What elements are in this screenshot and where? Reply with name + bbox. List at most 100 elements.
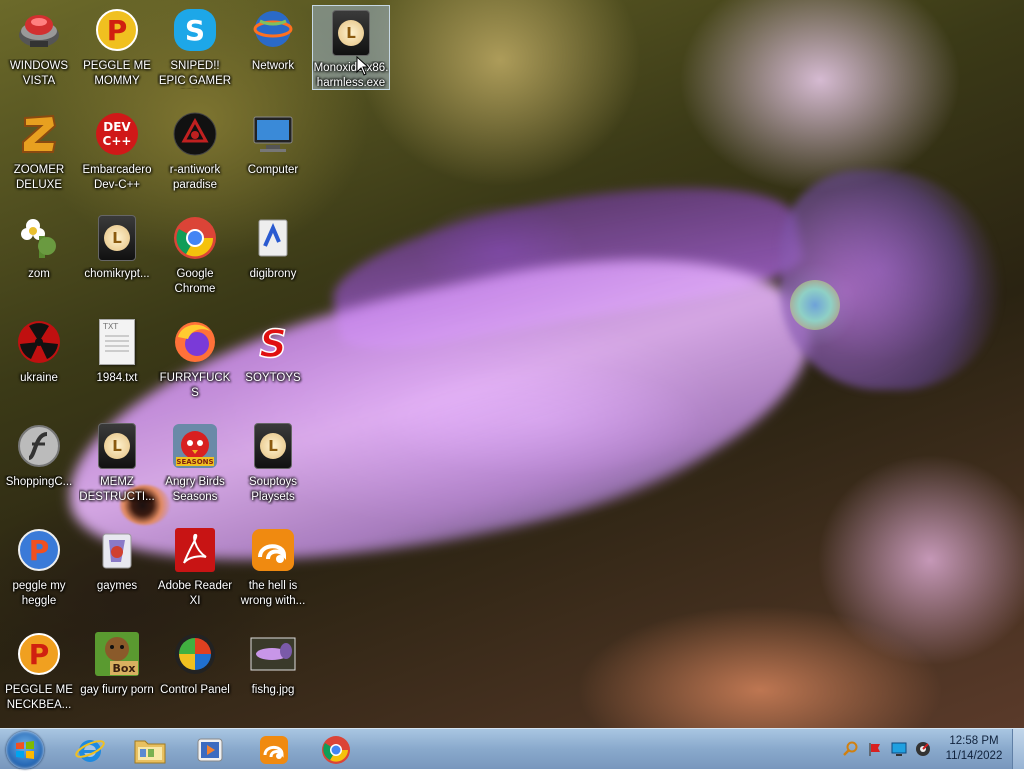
uc-browser-icon xyxy=(260,736,288,764)
desktop-icon-google-chrome[interactable]: Google Chrome xyxy=(157,210,233,310)
desktop-icon-memz-destructive[interactable]: L MEMZ DESTRUCTI... xyxy=(79,418,155,518)
desktop-icon-1984-txt[interactable]: TXT 1984.txt xyxy=(79,314,155,414)
display-icon[interactable] xyxy=(891,741,907,757)
uc-browser-icon xyxy=(249,526,297,574)
icon-label: Google Chrome xyxy=(174,268,216,295)
flash-icon xyxy=(15,422,63,470)
desktop-icon-gay-fiurry-porn[interactable]: Box gay fiurry porn xyxy=(79,626,155,726)
icon-label: ZOOMER DELUXE xyxy=(13,164,65,191)
exe-icon: L xyxy=(249,422,297,470)
svg-text:P: P xyxy=(29,638,50,671)
icon-label: Angry Birds Seasons xyxy=(165,476,225,503)
taskbar-clock[interactable]: 12:58 PM 11/14/2022 xyxy=(934,734,1014,764)
show-desktop-button[interactable] xyxy=(1012,729,1024,769)
desktop-icon-adobe-reader-xi[interactable]: Adobe Reader XI xyxy=(157,522,233,622)
svg-text:S: S xyxy=(185,14,205,47)
desktop-icon-monoxide-exe[interactable]: L Monoxide.x86.harmless.exe xyxy=(312,5,390,90)
peggle-icon: P xyxy=(15,526,63,574)
computer-icon xyxy=(249,110,297,158)
icon-label: PEGGLE ME MOMMY xyxy=(83,60,151,87)
desktop-icon-zom[interactable]: zom xyxy=(1,210,77,310)
desktop-icon-gaymes[interactable]: gaymes xyxy=(79,522,155,622)
desktop-icon-soytoys[interactable]: S SOYTOYS xyxy=(235,314,311,414)
radiation-icon xyxy=(15,318,63,366)
desktop-icon-computer[interactable]: Computer xyxy=(235,106,311,206)
clock-date: 11/14/2022 xyxy=(945,750,1003,762)
icon-label: the hell is wrong with... xyxy=(240,580,306,607)
svg-text:S: S xyxy=(259,322,286,365)
desktop-icon-peggle-me-mommy[interactable]: P PEGGLE ME MOMMY xyxy=(79,2,155,102)
folder-icon xyxy=(134,740,166,764)
icon-label: MEMZ DESTRUCTI... xyxy=(79,476,155,503)
peggle-icon: P xyxy=(15,630,63,678)
desktop-icon-chomikrypt[interactable]: L chomikrypt... xyxy=(79,210,155,310)
desktop-icon-furryfucks[interactable]: FURRYFUCKS xyxy=(157,314,233,414)
icon-label: SOYTOYS xyxy=(245,372,301,384)
desktop-icon-angry-birds-seasons[interactable]: SEASONS Angry Birds Seasons xyxy=(157,418,233,518)
icon-label: SNIPED!! EPIC GAMER 360... xyxy=(158,60,232,87)
digibrony-icon xyxy=(249,214,297,262)
chrome-icon xyxy=(322,736,350,764)
desktop-icon-r-antiwork-paradise[interactable]: r-antiwork paradise xyxy=(157,106,233,206)
icon-label: Control Panel xyxy=(160,684,230,696)
desktop-icon-peggle-my-heggle[interactable]: P peggle my heggle xyxy=(1,522,77,622)
angry-birds-icon: SEASONS xyxy=(171,422,219,470)
desktop-icon-embarcadero-dev-cpp[interactable]: DEV C++ Embarcadero Dev-C++ xyxy=(79,106,155,206)
desktop-icon-windows-vista[interactable]: WINDOWS VISTA xyxy=(1,2,77,102)
ie-icon xyxy=(75,740,105,762)
icon-label: gaymes xyxy=(96,580,138,592)
media-player-icon xyxy=(197,738,223,762)
taskbar-internet-explorer[interactable] xyxy=(62,732,118,768)
exe-icon: L xyxy=(93,214,141,262)
icon-label: ukraine xyxy=(20,372,58,384)
mouse-cursor-icon xyxy=(356,56,370,76)
firefox-icon xyxy=(171,318,219,366)
taskbar-media-player[interactable] xyxy=(182,732,238,768)
taskbar-file-explorer[interactable] xyxy=(122,732,178,768)
icon-label: 1984.txt xyxy=(96,372,138,384)
desktop-icon-zoomer-deluxe[interactable]: ZOOMER DELUXE xyxy=(1,106,77,206)
desktop-icon-digibrony[interactable]: digibrony xyxy=(235,210,311,310)
search-tray-icon[interactable] xyxy=(843,741,859,757)
soytoys-icon: S xyxy=(249,318,297,366)
icon-label: Embarcadero Dev-C++ xyxy=(82,164,152,191)
svg-text:DEV: DEV xyxy=(103,120,131,134)
icon-label: r-antiwork paradise xyxy=(169,164,221,191)
start-button[interactable] xyxy=(6,731,44,769)
desktop-icon-control-panel[interactable]: Control Panel xyxy=(157,626,233,726)
icon-label: Adobe Reader XI xyxy=(157,580,233,607)
desktop-icon-sniped-epic-gamer[interactable]: S SNIPED!! EPIC GAMER 360... xyxy=(157,2,233,102)
exe-icon: L xyxy=(327,10,375,56)
icon-label: ShoppingC... xyxy=(5,476,73,488)
skype-icon: S xyxy=(171,6,219,54)
desktop-icon-shoppingc[interactable]: ShoppingC... xyxy=(1,418,77,518)
chrome-icon xyxy=(171,214,219,262)
desktop-icon-network[interactable]: Network xyxy=(235,2,311,102)
desktop-icon-fishg-jpg[interactable]: fishg.jpg xyxy=(235,626,311,726)
control-panel-icon xyxy=(171,630,219,678)
svg-text:SEASONS: SEASONS xyxy=(176,458,213,466)
desktop-icon-the-hell-is-wrong[interactable]: the hell is wrong with... xyxy=(235,522,311,622)
desktop-icon-peggle-me-neckbea[interactable]: P PEGGLE ME NECKBEA... xyxy=(1,626,77,726)
exe-icon: L xyxy=(93,422,141,470)
devcpp-icon: DEV C++ xyxy=(93,110,141,158)
network-icon xyxy=(249,6,297,54)
flag-icon[interactable] xyxy=(867,741,883,757)
svg-text:P: P xyxy=(29,534,50,567)
desktop-icon-ukraine[interactable]: ukraine xyxy=(1,314,77,414)
taskbar: 12:58 PM 11/14/2022 xyxy=(0,728,1024,769)
taskbar-uc-browser[interactable] xyxy=(246,732,302,768)
peggle-icon: P xyxy=(93,6,141,54)
icon-label: Monoxide.x86.harmless.exe xyxy=(313,62,389,89)
icon-label: peggle my heggle xyxy=(12,580,66,607)
text-file-icon: TXT xyxy=(93,318,141,366)
icon-label: Souptoys Playsets xyxy=(249,476,297,503)
clock-time: 12:58 PM xyxy=(949,735,999,747)
desktop-icon-souptoys-playsets[interactable]: L Souptoys Playsets xyxy=(235,418,311,518)
system-tray xyxy=(840,729,940,769)
taskbar-google-chrome[interactable] xyxy=(308,732,364,768)
desktop: WINDOWS VISTA ZOOMER DELUXE zom ukraine … xyxy=(0,0,1024,728)
volume-icon[interactable] xyxy=(915,741,931,757)
image-file-icon xyxy=(249,630,297,678)
icon-label: Computer xyxy=(247,164,299,176)
